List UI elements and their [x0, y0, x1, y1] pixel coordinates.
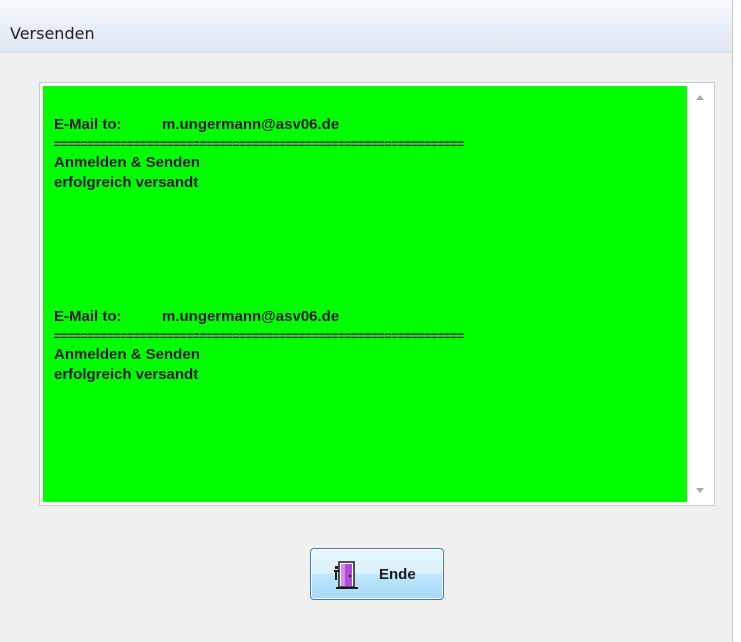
email-to-label: E-Mail to:: [54, 116, 122, 133]
scroll-down-icon[interactable]: [696, 488, 704, 493]
title-bar[interactable]: Versenden: [0, 0, 732, 53]
email-address: m.ungermann@asv06.de: [162, 308, 340, 325]
status-line-login-send: Anmelden & Senden: [54, 346, 200, 363]
window-title: Versenden: [10, 24, 95, 43]
send-log-content: E-Mail to: m.ungermann@asv06.de =========…: [43, 86, 687, 502]
status-line-sent: erfolgreich versandt: [54, 174, 199, 191]
email-to-label: E-Mail to:: [54, 308, 122, 325]
status-line-sent: erfolgreich versandt: [54, 366, 199, 383]
end-button[interactable]: Ende: [310, 548, 444, 600]
vertical-scrollbar[interactable]: [688, 83, 714, 505]
log-entry-1: E-Mail to: m.ungermann@asv06.de =========…: [54, 115, 684, 193]
window-frame-edge: [732, 0, 741, 642]
log-entry-2: E-Mail to: m.ungermann@asv06.de =========…: [54, 307, 684, 385]
scroll-up-icon[interactable]: [696, 95, 704, 100]
separator-line: ========================================…: [54, 137, 464, 151]
separator-line: ========================================…: [54, 329, 464, 343]
status-line-login-send: Anmelden & Senden: [54, 154, 200, 171]
send-dialog-window: Versenden E-Mail to: m.ungermann@asv06.de…: [0, 0, 741, 642]
email-address: m.ungermann@asv06.de: [162, 116, 340, 133]
end-button-label: Ende: [379, 566, 416, 583]
exit-door-icon: [334, 561, 358, 589]
send-log-textbox[interactable]: E-Mail to: m.ungermann@asv06.de =========…: [39, 82, 715, 506]
